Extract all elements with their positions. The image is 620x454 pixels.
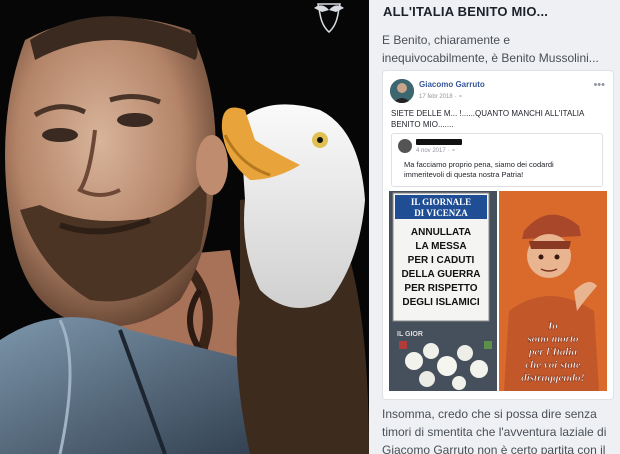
poster-line-4: che voi state [525, 359, 581, 371]
globe-icon: ⚬ [451, 148, 457, 154]
article-panel: ALL'ITALIA BENITO MIO... E Benito, chiar… [369, 0, 620, 454]
headline-line-6: DEGLI ISLAMICI [402, 297, 479, 308]
headline-line-2: LA MESSA [415, 241, 466, 252]
poster-line-5: distruggendo! [521, 372, 585, 384]
redacted-name [416, 139, 462, 145]
shared-post-avatar [398, 139, 412, 153]
photo-man-with-eagle [0, 0, 369, 454]
article-paragraph-2: Insomma, credo che si possa dire senza t… [382, 407, 607, 454]
shared-post-text: Ma facciamo proprio pena, siamo dei coda… [404, 160, 554, 179]
sign-fragment: IL GIOR [397, 331, 423, 338]
ellipsis-icon[interactable]: ••• [593, 79, 605, 91]
post-date: 17 febr 2018 · ⚬ [419, 93, 463, 100]
collage-svg: IL GIORNALE DI VICENZA ANNULLATA LA MESS… [389, 191, 607, 391]
post-image-collage[interactable]: IL GIORNALE DI VICENZA ANNULLATA LA MESS… [389, 191, 607, 391]
shared-post[interactable]: 4 nov 2017 · ⚬ Ma facciamo proprio pena,… [391, 133, 603, 187]
globe-icon: ⚬ [458, 94, 464, 100]
photo-illustration [0, 0, 369, 454]
post-text: SIETE DELLE M... !......QUANTO MANCHI AL… [391, 109, 584, 129]
avatar[interactable] [390, 79, 414, 103]
article-heading: ALL'ITALIA BENITO MIO... [383, 4, 549, 19]
post-author-link[interactable]: Giacomo Garruto [419, 80, 485, 89]
masthead-line2: DI VICENZA [414, 208, 468, 218]
article-paragraph: E Benito, chiaramente e inequivocabilmen… [382, 33, 599, 65]
poster-line-3: per l'Italia [528, 346, 577, 358]
shared-post-date: 4 nov 2017 · ⚬ [416, 147, 456, 154]
poster-line-2: sono morto [526, 333, 579, 345]
facebook-post-card: Giacomo Garruto 17 febr 2018 · ⚬ ••• SIE… [382, 70, 614, 400]
masthead-line1: IL GIORNALE [411, 197, 471, 207]
headline-line-4: DELLA GUERRA [401, 269, 480, 280]
headline-line-3: PER I CADUTI [408, 255, 475, 266]
shared-post-date-text: 4 nov 2017 · [416, 148, 452, 154]
post-date-text: 17 febr 2018 · [419, 94, 459, 100]
headline-line-1: ANNULLATA [411, 227, 471, 238]
avatar-image [390, 79, 414, 103]
poster-line-1: Io [547, 320, 558, 332]
headline-line-5: PER RISPETTO [404, 283, 477, 294]
